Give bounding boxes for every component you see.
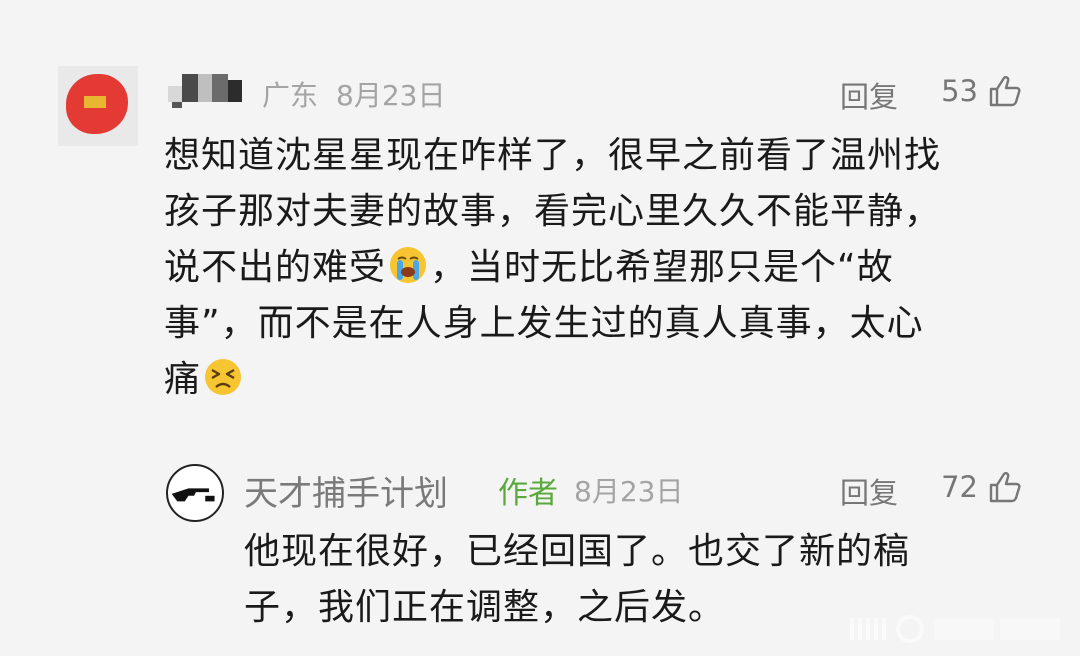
author-avatar[interactable]: [166, 464, 224, 522]
reply-line: 子，我们正在调整，之后发。: [244, 587, 726, 628]
thumbs-up-icon[interactable]: [988, 74, 1022, 108]
comment-line: 事”，而不是在人身上发生过的真人真事，太心: [164, 303, 924, 344]
author-badge: 作者: [498, 476, 558, 511]
comment-body: 想知道沈星星现在咋样了，很早之前看了温州找 孩子那对夫妻的故事，看完心里久久不能…: [164, 128, 941, 408]
reply-button[interactable]: 回复: [840, 470, 898, 512]
comment-line: 说不出的难受 ，当时无比希望那只是个“故: [164, 240, 941, 296]
persevering-face-emoji-icon: [205, 359, 242, 395]
reply-username[interactable]: 天才捕手计划: [244, 466, 448, 515]
comment-text: 说不出的难受: [164, 247, 387, 288]
reply-body: 他现在很好，已经回国了。也交了新的稿 子，我们正在调整，之后发。: [244, 524, 910, 636]
like-count: 53: [941, 74, 978, 108]
reply-line: 他现在很好，已经回国了。也交了新的稿: [244, 531, 911, 572]
avatar[interactable]: [58, 66, 138, 146]
thumbs-up-icon[interactable]: [988, 470, 1022, 504]
comment-line: 痛: [164, 352, 941, 408]
comment-text: 痛: [164, 359, 202, 400]
username-censored[interactable]: [168, 72, 242, 108]
comment-line: 孩子那对夫妻的故事，看完心里久久不能平静，: [164, 191, 942, 232]
comment-text: ，当时无比希望那只是个“故: [430, 247, 894, 288]
comment-line: 想知道沈星星现在咋样了，很早之前看了温州找: [164, 135, 942, 176]
comment-location: 广东: [262, 79, 319, 112]
comment-date: 8月23日: [336, 79, 446, 112]
watermark: [850, 615, 1060, 643]
reply-date: 8月23日: [574, 475, 684, 508]
crying-face-emoji-icon: [390, 247, 427, 283]
avatar-tag: [84, 96, 106, 108]
pointing-hand-icon: [171, 488, 215, 502]
like-count: 72: [941, 470, 978, 504]
reply-button[interactable]: 回复: [840, 74, 898, 116]
